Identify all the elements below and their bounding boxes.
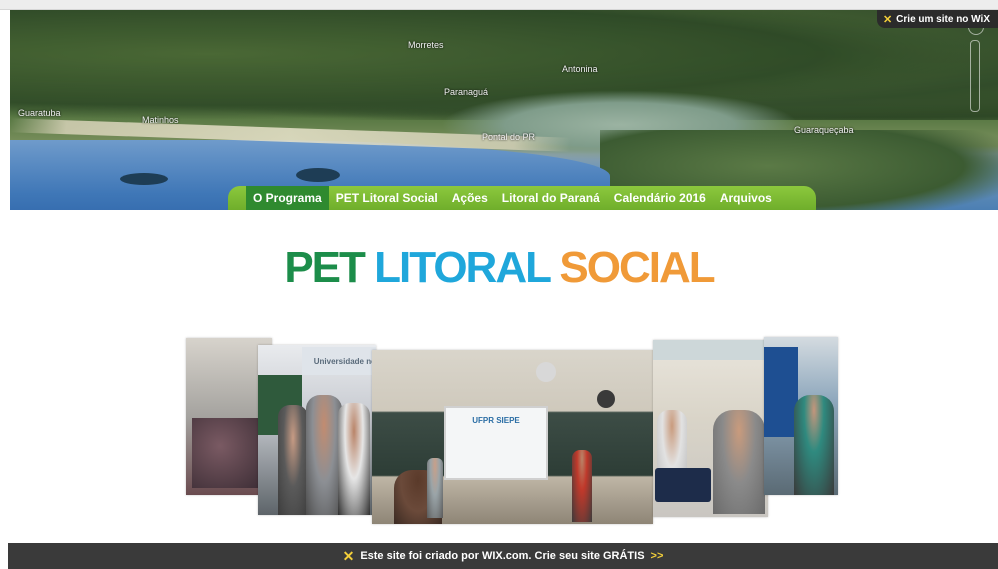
island-shape xyxy=(296,168,340,182)
wall-fan xyxy=(597,390,615,408)
student-figure xyxy=(794,395,834,495)
main-navigation: O Programa PET Litoral Social Ações Lito… xyxy=(228,186,816,210)
logo-word-pet: PET xyxy=(284,243,366,292)
nav-item-label: Arquivos xyxy=(719,191,772,205)
presenter-figure xyxy=(572,450,592,522)
header-satellite-banner: Morretes Antonina Paranaguá Guaratuba Ma… xyxy=(10,10,998,210)
footer-text[interactable]: Este site foi criado por WIX.com. Crie s… xyxy=(360,550,644,562)
photo-gallery[interactable]: Universidade no UFPR SIEPE xyxy=(0,328,998,528)
logo-word-litoral: LITORAL xyxy=(374,243,551,292)
nav-item-o-programa[interactable]: O Programa xyxy=(246,186,329,210)
nav-item-label: Calendário 2016 xyxy=(613,191,706,205)
footer-arrows[interactable]: >> xyxy=(651,550,664,562)
map-label-guaraquecaba: Guaraqueçaba xyxy=(794,125,854,135)
nav-item-arquivos[interactable]: Arquivos xyxy=(713,186,779,210)
wix-x-icon: ✕ xyxy=(342,547,355,564)
gallery-photo-presentation[interactable]: UFPR SIEPE xyxy=(372,350,653,524)
gallery-photo-right[interactable] xyxy=(764,337,838,495)
nav-item-litoral-do-parana[interactable]: Litoral do Paraná xyxy=(495,186,607,210)
logo-word-social: SOCIAL xyxy=(559,243,715,292)
map-label-antonina: Antonina xyxy=(562,64,598,74)
site-logo-text: PET LITORAL SOCIAL xyxy=(0,246,998,290)
wix-create-site-badge[interactable]: ✕ Crie um site no WiX xyxy=(876,10,998,28)
browser-top-edge xyxy=(0,0,998,10)
island-shape xyxy=(120,173,168,185)
nav-item-calendario-2016[interactable]: Calendário 2016 xyxy=(607,186,713,210)
map-label-paranagua: Paranaguá xyxy=(444,87,489,97)
map-label-pontal-do-pr: Pontal do PR xyxy=(482,132,536,142)
projector-device xyxy=(536,362,556,382)
student-figure xyxy=(713,410,765,514)
map-label-matinhos: Matinhos xyxy=(142,115,179,125)
wix-footer-bar[interactable]: ✕ Este site foi criado por WIX.com. Crie… xyxy=(8,543,998,569)
gallery-photo-computer-lab[interactable] xyxy=(653,340,768,517)
nav-item-pet-litoral-social[interactable]: PET Litoral Social xyxy=(329,186,445,210)
map-label-guaratuba: Guaratuba xyxy=(18,108,61,118)
map-zoom-slider[interactable] xyxy=(968,19,984,112)
nav-item-label: Ações xyxy=(451,191,488,205)
laptop-shape xyxy=(655,468,711,502)
nav-item-label: O Programa xyxy=(253,191,322,205)
standing-figure xyxy=(427,458,443,518)
wix-x-icon: ✕ xyxy=(882,13,893,26)
gallery-photo-group[interactable]: Universidade no xyxy=(258,345,376,515)
nav-item-label: Litoral do Paraná xyxy=(501,191,600,205)
map-label-morretes: Morretes xyxy=(408,40,444,50)
slide-banner-text: Universidade no xyxy=(302,347,376,375)
nav-item-acoes[interactable]: Ações xyxy=(445,186,495,210)
nav-item-label: PET Litoral Social xyxy=(335,191,438,205)
projector-screen: UFPR SIEPE xyxy=(444,406,548,480)
slide-screen-text: UFPR SIEPE xyxy=(472,416,520,425)
wix-badge-label: Crie um site no WiX xyxy=(896,13,990,25)
